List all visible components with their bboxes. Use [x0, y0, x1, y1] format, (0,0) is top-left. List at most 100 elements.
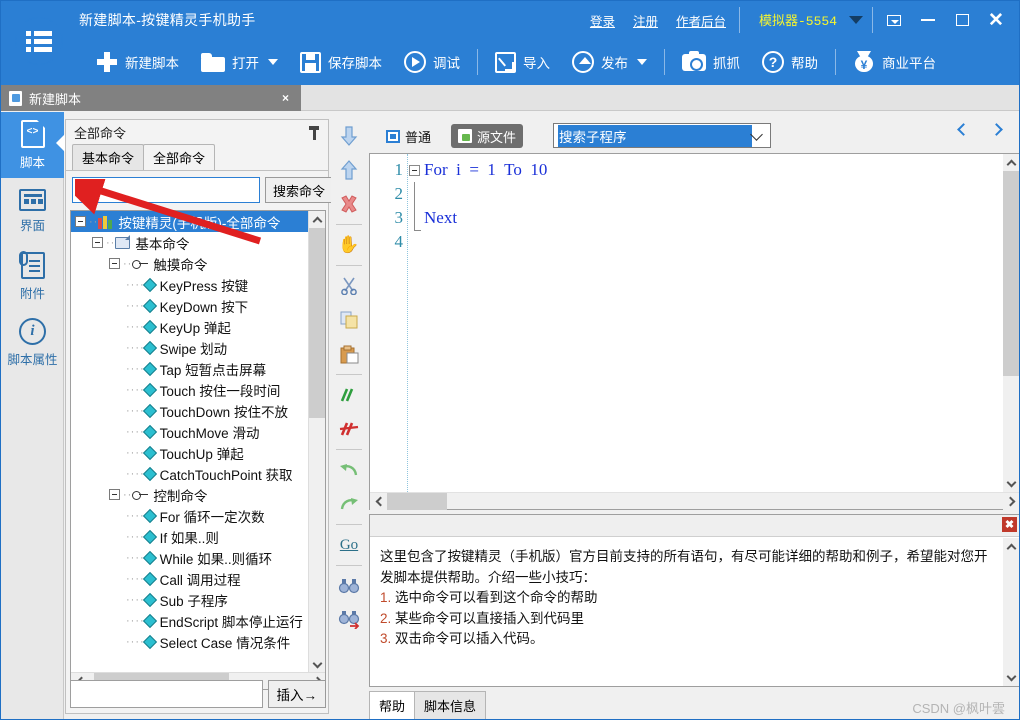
scroll-down-button[interactable]: [1003, 475, 1019, 492]
close-icon[interactable]: ×: [278, 91, 293, 105]
code-line[interactable]: For i = 1 To 10: [409, 158, 1002, 182]
prev-icon[interactable]: [957, 123, 970, 136]
tree-item[interactable]: ···· KeyDown 按下: [71, 295, 309, 316]
search-input[interactable]: [72, 177, 260, 203]
sidebar-item-script-properties[interactable]: i 脚本属性: [1, 310, 64, 376]
paste-button[interactable]: [331, 337, 367, 371]
tree-item[interactable]: ···· Tap 短暂点击屏幕: [71, 358, 309, 379]
tree-item[interactable]: ···· EndScript 脚本停止运行: [71, 610, 309, 631]
maximize-button[interactable]: [945, 1, 979, 39]
search-command-button[interactable]: 搜索命令: [265, 177, 334, 203]
fold-toggle-icon[interactable]: [409, 164, 420, 176]
tree-item[interactable]: ·· 控制命令: [71, 484, 309, 505]
hand-button[interactable]: ✋: [331, 228, 367, 262]
author-backend-link[interactable]: 作者后台: [676, 11, 726, 30]
comment-button[interactable]: [331, 378, 367, 412]
sidebar-item-ui[interactable]: 界面: [1, 178, 64, 244]
code-line[interactable]: [409, 230, 1002, 254]
find-replace-button[interactable]: [331, 603, 367, 637]
find-button[interactable]: [331, 569, 367, 603]
mode-source-button[interactable]: 源文件: [451, 124, 524, 148]
scroll-down-button[interactable]: [309, 656, 325, 673]
move-down-button[interactable]: [331, 119, 367, 153]
restore-small-button[interactable]: [877, 1, 911, 39]
new-script-button[interactable]: 新建脚本: [85, 42, 190, 82]
emulator-selector[interactable]: 模拟器-5554: [759, 10, 863, 29]
tree-item[interactable]: ···· TouchUp 弹起: [71, 442, 309, 463]
help-button[interactable]: ? 帮助: [751, 42, 829, 82]
cut-button[interactable]: [331, 269, 367, 303]
tab-help[interactable]: 帮助: [369, 691, 416, 719]
tree-item[interactable]: ·· 基本命令: [71, 232, 309, 253]
tree-item[interactable]: ···· Call 调用过程: [71, 568, 309, 589]
redo-button[interactable]: [331, 487, 367, 521]
tree-item[interactable]: ···· If 如果..则: [71, 526, 309, 547]
tree-item[interactable]: ···· TouchDown 按住不放: [71, 400, 309, 421]
delete-button[interactable]: [331, 187, 367, 221]
tree-item[interactable]: ···· Sub 子程序: [71, 589, 309, 610]
debug-button[interactable]: 调试: [393, 42, 471, 82]
tree-item[interactable]: ···· TouchMove 滑动: [71, 421, 309, 442]
tree-item[interactable]: ·· 按键精灵(手机版)-全部命令: [71, 211, 309, 232]
scroll-right-button[interactable]: [1003, 493, 1019, 510]
scrollbar-thumb[interactable]: [1003, 171, 1019, 376]
editor-vertical-scrollbar[interactable]: [1003, 154, 1019, 492]
register-link[interactable]: 注册: [633, 11, 658, 30]
open-button[interactable]: 打开: [190, 42, 289, 82]
tree-item[interactable]: ···· While 如果..则循环: [71, 547, 309, 568]
scrollbar-thumb[interactable]: [309, 228, 325, 418]
move-up-button[interactable]: [331, 153, 367, 187]
code-line[interactable]: [409, 182, 1002, 206]
copy-button[interactable]: [331, 303, 367, 337]
sidebar-item-attachment[interactable]: 附件: [1, 244, 64, 310]
tree-item[interactable]: ···· CatchTouchPoint 获取: [71, 463, 309, 484]
close-button[interactable]: ✕: [979, 1, 1013, 39]
capture-button[interactable]: 抓抓: [671, 42, 751, 82]
close-icon[interactable]: ✖: [1002, 517, 1017, 532]
tree-toggle-icon[interactable]: [109, 258, 120, 269]
document-tab[interactable]: 新建脚本 ×: [1, 85, 301, 111]
tree-item[interactable]: ···· Select Case 情况条件: [71, 631, 309, 652]
command-tree[interactable]: ·· 按键精灵(手机版)-全部命令 ·· 基本命令 ·· 触摸命令 ···· KeyPress…: [71, 211, 309, 673]
tree-toggle-icon[interactable]: [109, 489, 120, 500]
scroll-left-button[interactable]: [370, 493, 387, 510]
tree-item[interactable]: ···· For 循环一定次数: [71, 505, 309, 526]
login-link[interactable]: 登录: [590, 11, 615, 30]
undo-button[interactable]: [331, 453, 367, 487]
scroll-up-button[interactable]: [1003, 538, 1019, 555]
tree-item[interactable]: ···· Swipe 划动: [71, 337, 309, 358]
commercial-platform-button[interactable]: 商业平台: [842, 42, 947, 82]
scroll-up-button[interactable]: [309, 211, 325, 228]
tree-toggle-icon[interactable]: [92, 237, 103, 248]
save-script-button[interactable]: 保存脚本: [289, 42, 393, 82]
sub-search-combobox[interactable]: 搜索子程序: [553, 123, 771, 148]
scroll-down-button[interactable]: [1003, 669, 1019, 686]
tree-vertical-scrollbar[interactable]: [308, 211, 325, 673]
minimize-button[interactable]: [911, 1, 945, 39]
uncomment-button[interactable]: [331, 412, 367, 446]
code-content[interactable]: For i = 1 To 10 Next: [409, 158, 1002, 254]
tree-toggle-icon[interactable]: [75, 216, 86, 227]
tree-item[interactable]: ···· KeyPress 按键: [71, 274, 309, 295]
sidebar-item-script[interactable]: 脚本: [1, 112, 65, 178]
import-button[interactable]: 导入: [484, 42, 561, 82]
tab-all-commands[interactable]: 全部命令: [143, 144, 216, 170]
next-icon[interactable]: [990, 123, 1003, 136]
tree-item[interactable]: ·· 触摸命令: [71, 253, 309, 274]
insert-input[interactable]: [70, 680, 263, 708]
publish-button[interactable]: 发布: [561, 42, 658, 82]
hamburger-menu-button[interactable]: [15, 17, 63, 65]
editor-horizontal-scrollbar[interactable]: [370, 492, 1019, 510]
insert-button[interactable]: 插入→: [267, 680, 326, 708]
scrollbar-thumb[interactable]: [387, 493, 447, 510]
scroll-up-button[interactable]: [1003, 154, 1019, 171]
goto-button[interactable]: Go: [331, 528, 367, 562]
mode-normal-button[interactable]: 普通: [379, 124, 438, 148]
tree-item[interactable]: ···· Touch 按住一段时间: [71, 379, 309, 400]
tab-basic-commands[interactable]: 基本命令: [72, 144, 145, 170]
pin-icon[interactable]: [308, 125, 320, 140]
tab-script-info[interactable]: 脚本信息: [414, 691, 487, 719]
code-editor[interactable]: 1 2 3 4 For i = 1 To 10 Next: [369, 153, 1019, 510]
tree-item[interactable]: ···· KeyUp 弹起: [71, 316, 309, 337]
help-vertical-scrollbar[interactable]: [1003, 538, 1019, 686]
